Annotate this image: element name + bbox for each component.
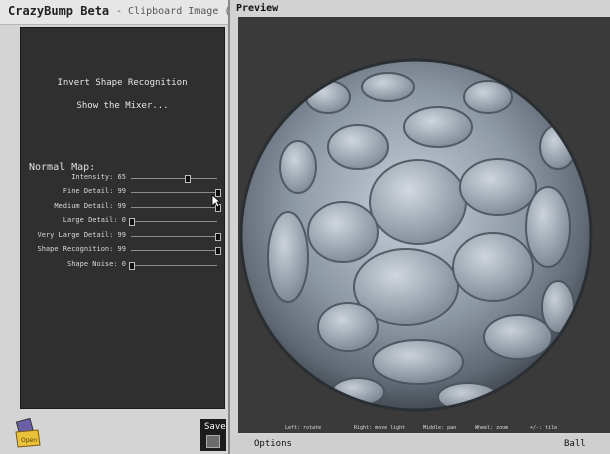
title-bar: CrazyBump Beta - Clipboard Image ( xyxy=(0,0,228,25)
hint-rotate: Left: rotate xyxy=(285,425,322,431)
open-label: Open xyxy=(21,437,37,444)
hint-tile: +/-: tile xyxy=(530,425,558,431)
slider-label: Very Large Detail: 99 xyxy=(37,231,126,239)
slider-label: Large Detail: 0 xyxy=(62,216,126,224)
save-label: Save xyxy=(204,422,226,432)
open-button[interactable]: Open xyxy=(14,417,42,448)
controls-panel: Invert Shape Recognition Show the Mixer.… xyxy=(20,27,225,409)
slider-label: Intensity: 65 xyxy=(71,173,126,181)
medium-detail-slider-row: Medium Detail: 99 xyxy=(21,202,224,214)
slider-thumb[interactable] xyxy=(129,262,135,270)
slider-track[interactable] xyxy=(131,178,217,179)
mouse-cursor-icon xyxy=(211,194,221,208)
preview-title: Preview xyxy=(236,3,279,14)
large-detail-slider-row: Large Detail: 0 xyxy=(21,216,224,228)
slider-track[interactable] xyxy=(131,265,217,266)
fine-detail-slider-row: Fine Detail: 99 xyxy=(21,187,224,199)
slider-label: Medium Detail: 99 xyxy=(54,202,126,210)
slider-thumb[interactable] xyxy=(215,247,221,255)
preview-window: Preview Left: rotate Right: move light M… xyxy=(228,0,610,454)
hint-zoom: Wheel: zoom xyxy=(475,425,509,431)
very-large-detail-slider-row: Very Large Detail: 99 xyxy=(21,231,224,243)
slider-label: Shape Noise: 0 xyxy=(66,260,126,268)
save-button[interactable]: Save xyxy=(200,419,226,451)
slider-track[interactable] xyxy=(131,221,217,222)
shape-recognition-slider-row: Shape Recognition: 99 xyxy=(21,245,224,257)
preview-viewport[interactable]: Left: rotate Right: move light Middle: p… xyxy=(238,17,610,433)
main-window: CrazyBump Beta - Clipboard Image ( Inver… xyxy=(0,0,228,454)
intensity-slider-row: Intensity: 65 xyxy=(21,173,224,185)
slider-track[interactable] xyxy=(131,207,217,208)
hint-move-light: Right: move light xyxy=(354,425,406,431)
slider-track[interactable] xyxy=(131,192,217,193)
slider-thumb[interactable] xyxy=(185,175,192,183)
preview-mode-button[interactable]: Ball xyxy=(564,439,586,449)
slider-label: Shape Recognition: 99 xyxy=(37,245,126,253)
stone-ball-render xyxy=(239,58,593,412)
preview-bottom-bar: Options Ball xyxy=(230,435,610,454)
slider-thumb[interactable] xyxy=(129,218,135,226)
hint-pan: Middle: pan xyxy=(423,425,457,431)
slider-thumb[interactable] xyxy=(215,233,221,241)
slider-track[interactable] xyxy=(131,236,217,237)
normal-map-header: Normal Map: xyxy=(29,162,96,173)
options-button[interactable]: Options xyxy=(254,439,292,449)
open-folder-icon: Open xyxy=(15,417,41,448)
slider-track[interactable] xyxy=(131,250,217,251)
invert-shape-recognition-link[interactable]: Invert Shape Recognition xyxy=(21,78,224,88)
save-disk-icon xyxy=(206,435,220,448)
slider-label: Fine Detail: 99 xyxy=(62,187,126,195)
shape-noise-slider-row: Shape Noise: 0 xyxy=(21,260,224,272)
app-title: CrazyBump Beta xyxy=(8,4,110,18)
show-mixer-link[interactable]: Show the Mixer... xyxy=(21,101,224,111)
window-subtitle: - Clipboard Image ( xyxy=(116,6,228,17)
